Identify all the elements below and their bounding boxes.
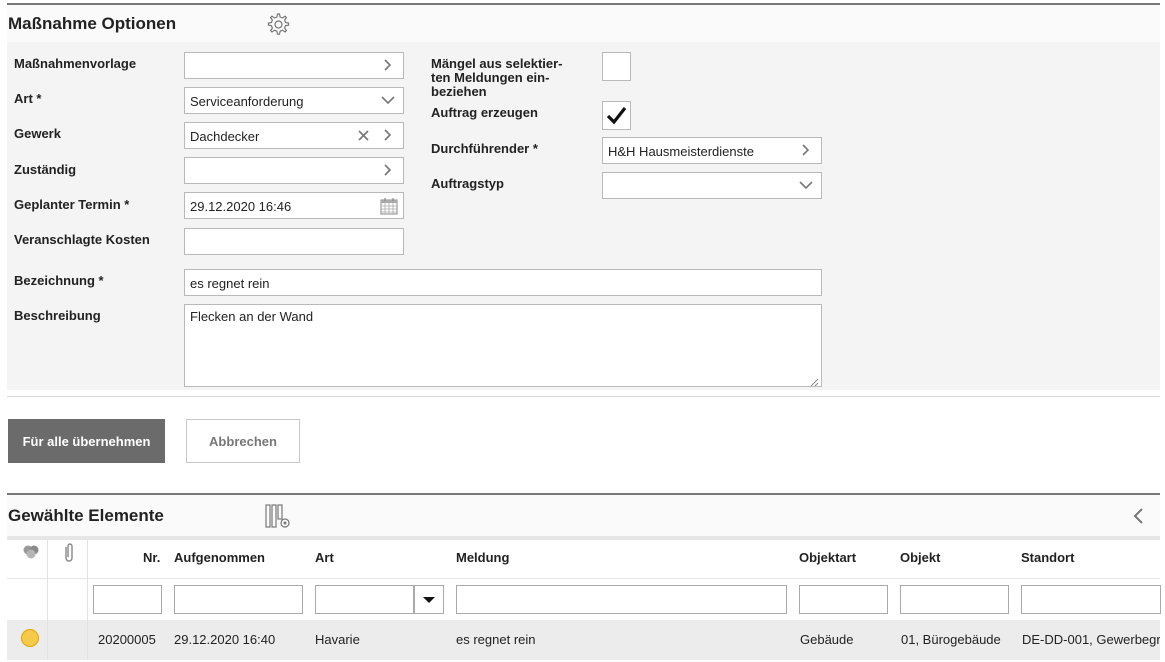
options-title: Maßnahme Optionen	[8, 14, 177, 33]
chevron-right-icon[interactable]	[379, 126, 397, 144]
beschreibung-value: Flecken an der Wand	[190, 309, 314, 324]
filter-objektart-input[interactable]	[799, 585, 888, 614]
zustaendig-field[interactable]	[184, 157, 404, 184]
chevron-right-icon[interactable]	[379, 56, 397, 74]
filter-art-input[interactable]	[315, 585, 414, 614]
maengel-label: Mängel aus selektier- ten Meldungen ein-…	[431, 57, 563, 99]
attachment-icon	[61, 541, 77, 565]
bezeichnung-input[interactable]: es regnet rein	[184, 269, 822, 296]
kosten-label: Veranschlagte Kosten	[14, 232, 150, 247]
filter-meldung-input[interactable]	[456, 585, 787, 614]
filter-nr-input[interactable]	[93, 585, 162, 614]
auftrag-checkbox[interactable]	[602, 101, 631, 130]
beschreibung-label: Beschreibung	[14, 308, 101, 323]
auftragstyp-select[interactable]	[602, 172, 822, 199]
gewerk-label: Gewerk	[14, 126, 61, 141]
form-divider	[7, 396, 1160, 397]
checkmark-icon	[606, 107, 627, 125]
chevron-left-icon[interactable]	[1128, 505, 1148, 527]
gewerk-field[interactable]: Dachdecker	[184, 122, 404, 149]
filter-standort-input[interactable]	[1021, 585, 1161, 614]
vorlage-field[interactable]	[184, 52, 404, 79]
chevron-down-icon[interactable]	[797, 176, 815, 194]
chevron-down-icon[interactable]	[379, 91, 397, 109]
apply-all-button[interactable]: Für alle übernehmen	[8, 419, 165, 463]
durchfuehrender-label: Durchführender *	[431, 141, 538, 156]
options-header	[7, 5, 1160, 42]
bezeichnung-label: Bezeichnung *	[14, 273, 104, 288]
chevron-right-icon[interactable]	[797, 141, 815, 159]
column-header-art[interactable]: Art	[315, 550, 334, 565]
termin-label: Geplanter Termin *	[14, 197, 130, 212]
column-separator	[87, 540, 88, 660]
maengel-label-line: ten Meldungen ein-	[431, 70, 550, 85]
zustaendig-label: Zuständig	[14, 162, 77, 177]
column-header-objekt[interactable]: Objekt	[900, 550, 940, 565]
beschreibung-textarea[interactable]: Flecken an der Wand	[184, 304, 822, 387]
cell-objekt: 01, Bürogebäude	[901, 632, 1001, 647]
clear-icon[interactable]	[355, 126, 373, 144]
termin-field[interactable]: 29.12.2020 16:46	[184, 192, 404, 219]
cell-art: Havarie	[315, 632, 360, 647]
column-header-standort[interactable]: Standort	[1021, 550, 1074, 565]
column-header-meldung[interactable]: Meldung	[456, 550, 509, 565]
termin-value: 29.12.2020 16:46	[190, 199, 292, 214]
chevron-right-icon[interactable]	[379, 161, 397, 179]
column-header-aufgenommen[interactable]: Aufgenommen	[174, 550, 265, 565]
art-select[interactable]: Serviceanforderung	[184, 87, 404, 114]
caret-down-icon	[423, 597, 435, 603]
filter-aufgenommen-input[interactable]	[174, 585, 303, 614]
gear-icon[interactable]	[264, 11, 291, 38]
kosten-input[interactable]	[184, 228, 404, 255]
cancel-button[interactable]: Abbrechen	[186, 419, 300, 463]
column-header-nr[interactable]: Nr.	[143, 550, 160, 565]
column-header-objektart[interactable]: Objektart	[799, 550, 856, 565]
vorlage-label: Maßnahmenvorlage	[14, 56, 137, 71]
status-indicator	[20, 628, 40, 648]
calendar-icon[interactable]	[379, 196, 399, 215]
selected-header	[7, 495, 1160, 536]
cell-meldung: es regnet rein	[456, 632, 536, 647]
status-icon	[22, 544, 40, 560]
art-value: Serviceanforderung	[190, 94, 304, 109]
durchfuehrender-field[interactable]: H&H Hausmeisterdienste	[602, 137, 822, 164]
cell-objektart: Gebäude	[800, 632, 854, 647]
durchfuehrender-value: H&H Hausmeisterdienste	[608, 144, 754, 159]
columns-settings-icon[interactable]	[264, 503, 292, 530]
gewerk-value: Dachdecker	[190, 129, 260, 144]
filter-art-dropdown[interactable]	[414, 585, 444, 614]
auftrag-label: Auftrag erzeugen	[431, 105, 538, 120]
cell-standort: DE-DD-001, Gewerbegru	[1022, 632, 1160, 647]
resize-handle-icon[interactable]	[810, 375, 819, 387]
cell-nr: 20200005	[98, 632, 156, 647]
cell-aufgenommen: 29.12.2020 16:40	[174, 632, 276, 647]
selected-title: Gewählte Elemente	[8, 506, 164, 525]
column-separator	[47, 540, 48, 660]
maengel-label-line: Mängel aus selektier-	[431, 56, 563, 71]
bezeichnung-value: es regnet rein	[190, 276, 270, 291]
maengel-label-line: beziehen	[431, 84, 487, 99]
maengel-checkbox[interactable]	[602, 52, 631, 81]
art-label: Art *	[14, 91, 42, 106]
auftragstyp-label: Auftragstyp	[431, 176, 504, 191]
filter-objekt-input[interactable]	[900, 585, 1009, 614]
